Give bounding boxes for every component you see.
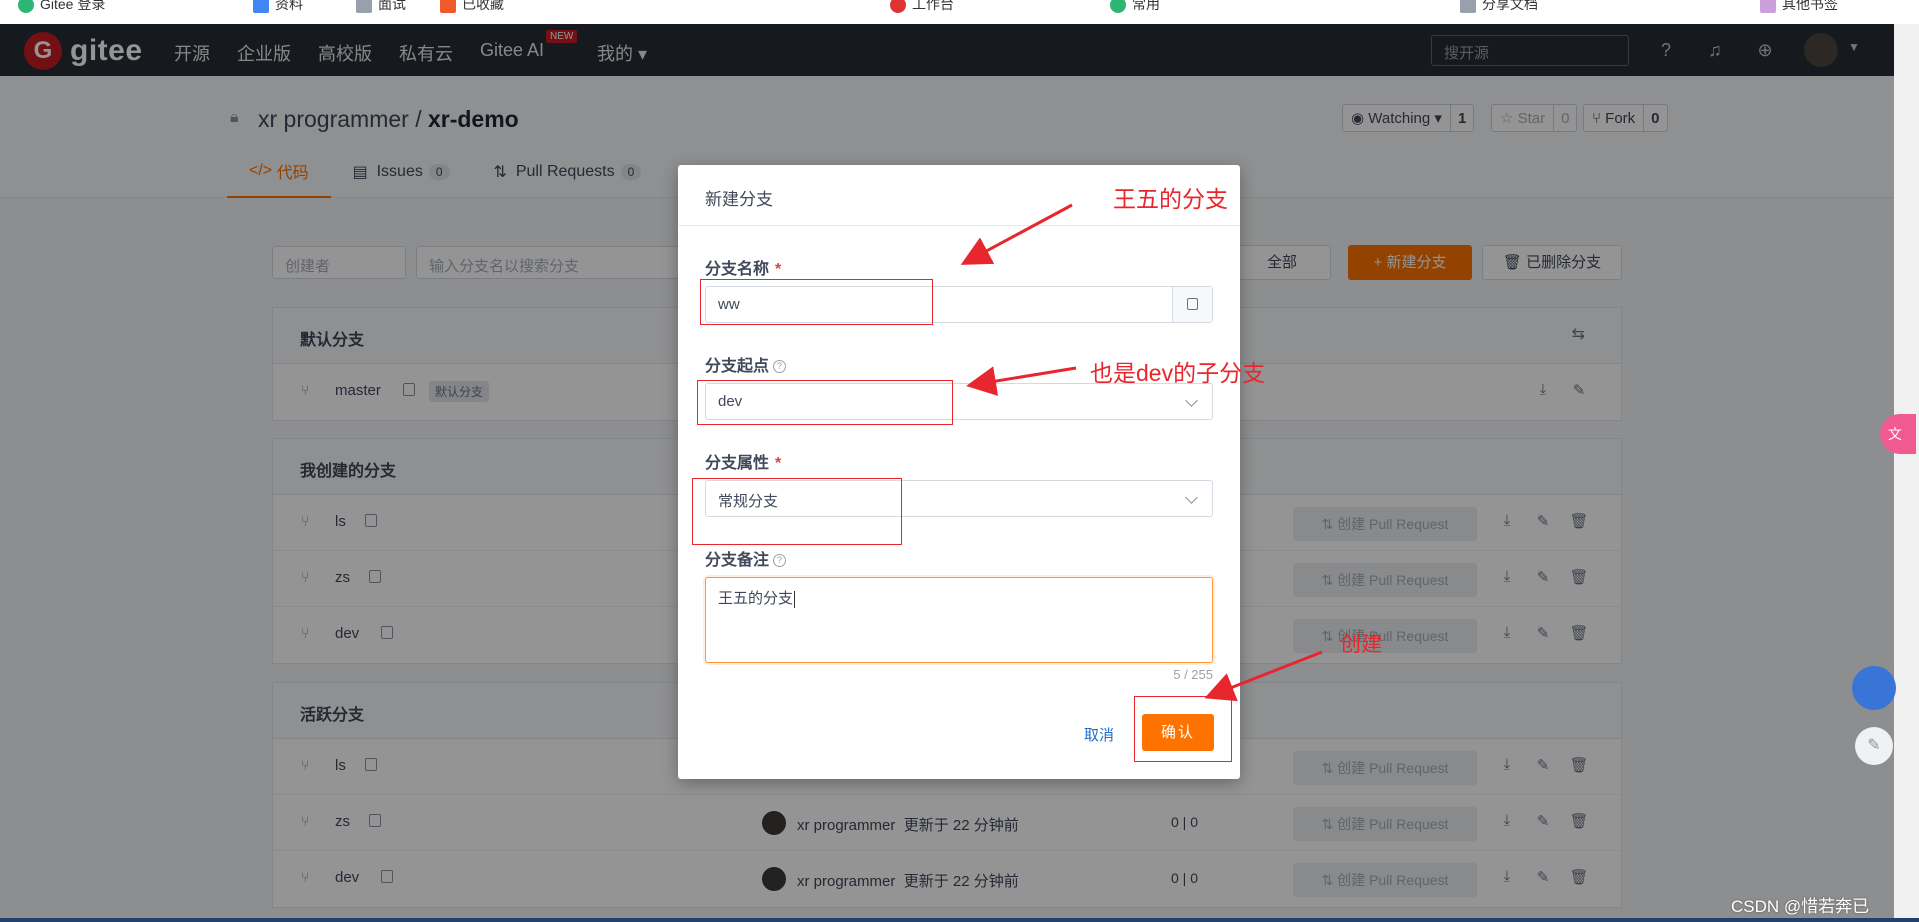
char-counter: 5 / 255 (1173, 667, 1213, 682)
watermark: CSDN @惜若奔已 (1731, 897, 1870, 916)
folder-icon (1460, 0, 1476, 14)
bookmark-item[interactable]: 资料 (253, 0, 303, 14)
feedback-icon[interactable]: ✎ (1855, 727, 1893, 765)
scrollbar[interactable] (1894, 24, 1919, 922)
bookmark-icon (18, 0, 34, 14)
help-icon[interactable]: ? (773, 554, 787, 568)
help-icon[interactable]: ? (773, 360, 787, 374)
branch-attr-label: 分支属性 * (705, 455, 782, 472)
chevron-down-icon (1185, 491, 1198, 504)
branch-note-textarea[interactable]: 王五的分支 (705, 577, 1213, 663)
divider (678, 225, 1240, 226)
chevron-down-icon (1185, 394, 1198, 407)
annotation-confirm-note: 创建 (1340, 633, 1382, 656)
annotation-start-note: 也是dev的子分支 (1090, 360, 1266, 386)
branch-name-label: 分支名称 * (705, 261, 782, 278)
required-mark: * (775, 261, 782, 278)
bookmark-icon (440, 0, 456, 14)
bookmark-icon (1110, 0, 1126, 14)
branch-note-value: 王五的分支 (718, 590, 794, 607)
cancel-button[interactable]: 取消 (1084, 724, 1114, 745)
annotation-box-attr (692, 478, 902, 545)
assistant-icon[interactable] (1852, 666, 1896, 710)
bookmark-item[interactable]: 工作台 (890, 0, 954, 14)
taskbar-edge (0, 918, 1919, 922)
bookmark-item[interactable]: 已收藏 (440, 0, 504, 14)
bookmark-item[interactable]: 面试 (356, 0, 406, 14)
annotation-box-start (697, 380, 953, 425)
copy-button[interactable] (1172, 287, 1212, 322)
branch-note-label: 分支备注? (705, 546, 787, 570)
dialog-title: 新建分支 (705, 190, 773, 209)
annotation-box-name (700, 279, 933, 325)
bookmark-item[interactable]: 分享文档 (1460, 0, 1538, 14)
folder-icon (1760, 0, 1776, 14)
bookmark-item[interactable]: 常用 (1110, 0, 1160, 14)
new-branch-dialog: 新建分支 分支名称 * ww 分支起点? dev 分支属性 * 常规分支 分支备注?… (678, 165, 1240, 779)
folder-icon (253, 0, 269, 14)
text-caret (794, 590, 796, 608)
required-mark: * (775, 455, 782, 472)
copy-icon (1187, 298, 1198, 310)
annotation-box-confirm (1134, 696, 1232, 762)
branch-start-label: 分支起点? (705, 352, 787, 376)
bookmarks-bar: Gitee 登录 资料 面试 已收藏 工作台 常用 分享文档 其他书签 (0, 0, 1919, 24)
bookmark-item[interactable]: Gitee 登录 (18, 0, 105, 14)
translate-icon[interactable]: 文 (1880, 414, 1916, 454)
bookmark-item[interactable]: 其他书签 (1760, 0, 1838, 14)
bookmark-icon (890, 0, 906, 14)
annotation-name-note: 王五的分支 (1113, 186, 1228, 212)
folder-icon (356, 0, 372, 14)
